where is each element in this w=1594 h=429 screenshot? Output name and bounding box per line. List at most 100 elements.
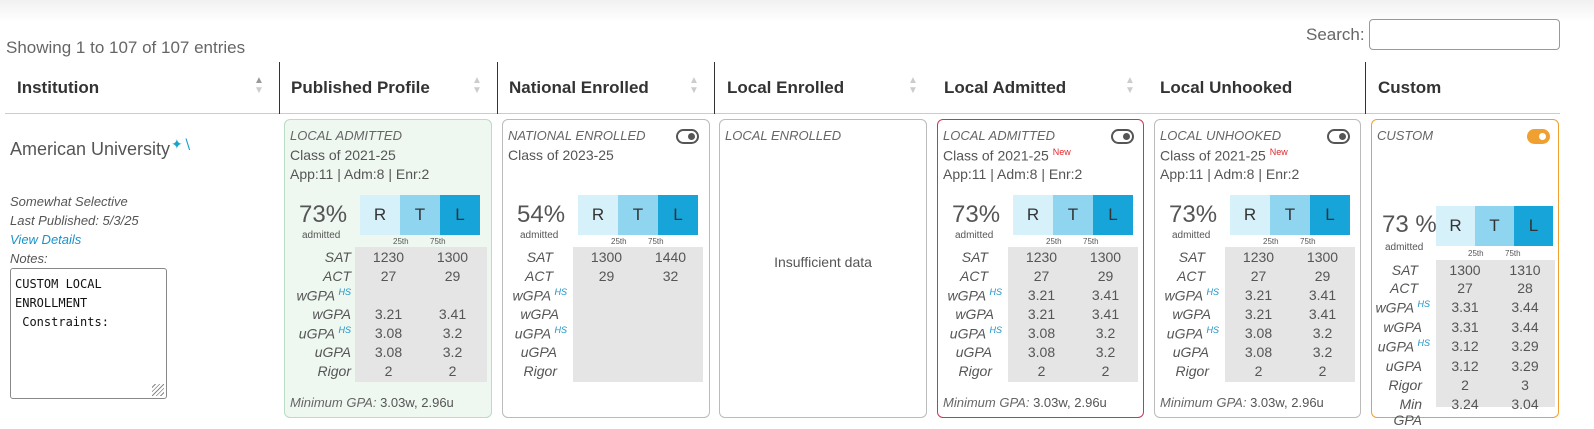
stat-row-sat: SAT 1300 1440 bbox=[503, 249, 711, 268]
stat-25: 27 bbox=[1457, 280, 1473, 296]
stat-75: 3.29 bbox=[1511, 338, 1539, 354]
header-national-enrolled[interactable]: National Enrolled ▲ ▼ bbox=[498, 62, 714, 114]
stat-label: Rigor bbox=[523, 363, 557, 379]
stat-row-act: ACT 27 29 bbox=[1155, 268, 1362, 287]
stat-label: uGPA HS bbox=[1377, 338, 1430, 355]
target-cell: T bbox=[400, 195, 440, 235]
stat-label: wGPA bbox=[1383, 319, 1422, 335]
stat-row-wgpa: wGPA 3.21 3.41 bbox=[1155, 306, 1362, 325]
header-local-unhooked[interactable]: Local Unhooked bbox=[1149, 62, 1365, 114]
rtl-bar: R T L bbox=[1436, 206, 1553, 246]
last-published: Last Published: 5/3/25 bbox=[10, 213, 139, 228]
header-custom[interactable]: Custom bbox=[1366, 62, 1560, 114]
stat-25: 2 bbox=[1037, 363, 1046, 379]
target-cell: T bbox=[1270, 195, 1310, 235]
stat-row-ugpa: uGPA 3.08 3.2 bbox=[285, 344, 493, 363]
target-cell: T bbox=[1053, 195, 1093, 235]
stat-row-ugpa: uGPA 3.12 3.29 bbox=[1372, 358, 1560, 377]
stat-25: 1300 bbox=[1449, 262, 1481, 278]
stat-row-act: ACT 27 29 bbox=[938, 268, 1145, 287]
view-details-link[interactable]: View Details bbox=[10, 232, 81, 247]
card-title: LOCAL ENROLLED bbox=[725, 128, 842, 143]
stat-75: 1310 bbox=[1509, 262, 1541, 278]
notes-label: Notes: bbox=[10, 251, 48, 266]
insufficient-data: Insufficient data bbox=[774, 254, 872, 270]
card-national-enrolled: NATIONAL ENROLLED Class of 2023-25 54% a… bbox=[502, 119, 710, 418]
stat-25: 3.12 bbox=[1451, 358, 1479, 374]
p75-label: 75th bbox=[1083, 237, 1099, 246]
stat-row-rigor: Rigor 2 3 bbox=[1372, 377, 1560, 396]
stat-75: 3.44 bbox=[1511, 319, 1539, 335]
rtl-bar: R T L bbox=[1013, 195, 1133, 235]
stat-75: 3.2 bbox=[1095, 325, 1116, 341]
card-title: LOCAL UNHOOKED bbox=[1160, 128, 1282, 143]
stat-row-act: ACT 27 28 bbox=[1372, 280, 1560, 299]
stat-75: 3.41 bbox=[1308, 287, 1337, 303]
stat-25: 3.08 bbox=[374, 344, 403, 360]
resize-handle-icon[interactable] bbox=[152, 384, 164, 396]
stat-75: 3 bbox=[1521, 377, 1529, 393]
p75-label: 75th bbox=[1300, 237, 1316, 246]
stat-25: 3.08 bbox=[1027, 325, 1056, 341]
stat-row-min-gpa: Min GPA 3.24 3.04 bbox=[1372, 396, 1560, 428]
new-badge: New bbox=[1052, 147, 1071, 157]
search-input[interactable] bbox=[1369, 19, 1560, 50]
notes-textarea[interactable]: CUSTOM LOCAL ENROLLMENT Constraints: bbox=[10, 268, 167, 399]
stat-75: 3.44 bbox=[1511, 299, 1539, 315]
toggle-switch[interactable] bbox=[1111, 129, 1134, 144]
reach-cell: R bbox=[1013, 195, 1053, 235]
stat-label: Rigor bbox=[1388, 377, 1422, 393]
stat-label: wGPA HS bbox=[296, 287, 351, 304]
toggle-switch[interactable] bbox=[1527, 129, 1550, 144]
admit-percent: 73% bbox=[299, 201, 348, 228]
stat-label: ACT bbox=[525, 268, 553, 284]
stat-label: SAT bbox=[1391, 262, 1418, 278]
notes-text: CUSTOM LOCAL ENROLLMENT Constraints: bbox=[15, 277, 109, 329]
sort-asc-icon: ▲ ▼ bbox=[254, 75, 264, 96]
min-gpa-unweighted[interactable]: 3.04 bbox=[1496, 396, 1554, 412]
likely-cell: L bbox=[1093, 195, 1133, 235]
reach-cell: R bbox=[578, 195, 618, 235]
stat-label: uGPA HS bbox=[298, 325, 351, 342]
institution-name[interactable]: American University bbox=[10, 139, 170, 160]
reach-cell: R bbox=[1436, 206, 1475, 246]
admitted-label: admitted bbox=[302, 230, 341, 241]
header-local-enrolled[interactable]: Local Enrolled ▲ ▼ bbox=[715, 62, 932, 114]
magic-wand-icon[interactable]: ✦∖ bbox=[171, 136, 192, 153]
card-app-counts: App:11 | Adm:8 | Enr:2 bbox=[1160, 166, 1300, 182]
sort-icon: ▲ ▼ bbox=[689, 75, 699, 96]
stat-25: 3.08 bbox=[374, 325, 403, 341]
target-cell: T bbox=[1475, 206, 1514, 246]
stat-75: 29 bbox=[444, 268, 461, 284]
p25-label: 25th bbox=[1468, 249, 1484, 258]
toggle-switch[interactable] bbox=[1327, 129, 1350, 144]
stat-row-act: ACT 29 32 bbox=[503, 268, 711, 287]
toggle-switch[interactable] bbox=[676, 129, 699, 144]
header-label: Custom bbox=[1378, 78, 1442, 97]
card-local-admitted: LOCAL ADMITTED Class of 2021-25 New App:… bbox=[937, 119, 1144, 418]
header-label: Institution bbox=[17, 78, 100, 97]
header-label: Local Unhooked bbox=[1160, 78, 1293, 97]
stat-label: SAT bbox=[526, 249, 553, 265]
min-gpa-weighted[interactable]: 3.24 bbox=[1436, 396, 1494, 412]
stat-75: 3.41 bbox=[1091, 287, 1120, 303]
search-label: Search: bbox=[1306, 25, 1365, 44]
stat-label: ACT bbox=[960, 268, 988, 284]
stat-row-wgpa: wGPA 3.31 3.44 bbox=[1372, 319, 1560, 338]
stat-75: 29 bbox=[1097, 268, 1114, 284]
stat-row-wgpa-hs: wGPA HS bbox=[503, 287, 711, 306]
header-institution[interactable]: Institution ▲ ▼ bbox=[5, 62, 279, 114]
stat-label: wGPA HS bbox=[1375, 299, 1430, 316]
stat-75: 1300 bbox=[1089, 249, 1122, 265]
stat-75: 3.41 bbox=[1308, 306, 1337, 322]
stat-25: 3.21 bbox=[374, 306, 403, 322]
header-published-profile[interactable]: Published Profile ▲ ▼ bbox=[280, 62, 497, 114]
stat-75: 1300 bbox=[1306, 249, 1339, 265]
header-local-admitted[interactable]: Local Admitted ▲ ▼ bbox=[932, 62, 1149, 114]
stat-75: 3.2 bbox=[442, 344, 463, 360]
header-label: Local Enrolled bbox=[727, 78, 845, 97]
min-gpa: Minimum GPA: 3.03w, 2.96u bbox=[943, 395, 1107, 410]
stat-75: 3.2 bbox=[1095, 344, 1116, 360]
admitted-label: admitted bbox=[1385, 242, 1424, 253]
admitted-label: admitted bbox=[520, 230, 559, 241]
